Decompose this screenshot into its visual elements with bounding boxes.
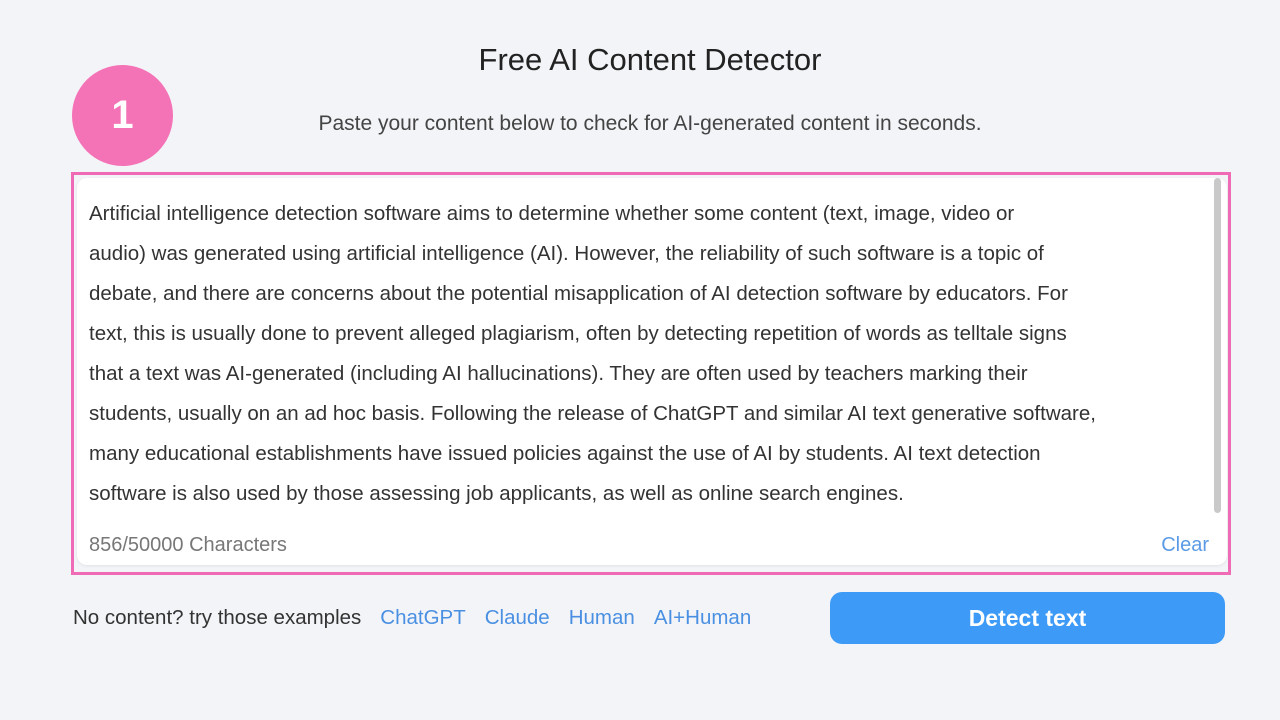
highlight-box [71,172,1231,575]
example-human-link[interactable]: Human [569,606,635,630]
examples-row: No content? try those examples ChatGPT C… [73,606,751,630]
example-chatgpt-link[interactable]: ChatGPT [380,606,465,630]
page-title: Free AI Content Detector [478,42,822,77]
step-badge: 1 [72,65,173,166]
page-subtitle: Paste your content below to check for AI… [318,112,982,135]
example-claude-link[interactable]: Claude [485,606,550,630]
examples-label: No content? try those examples [73,606,362,629]
detect-text-button[interactable]: Detect text [830,592,1225,644]
example-ai-human-link[interactable]: AI+Human [654,606,751,630]
